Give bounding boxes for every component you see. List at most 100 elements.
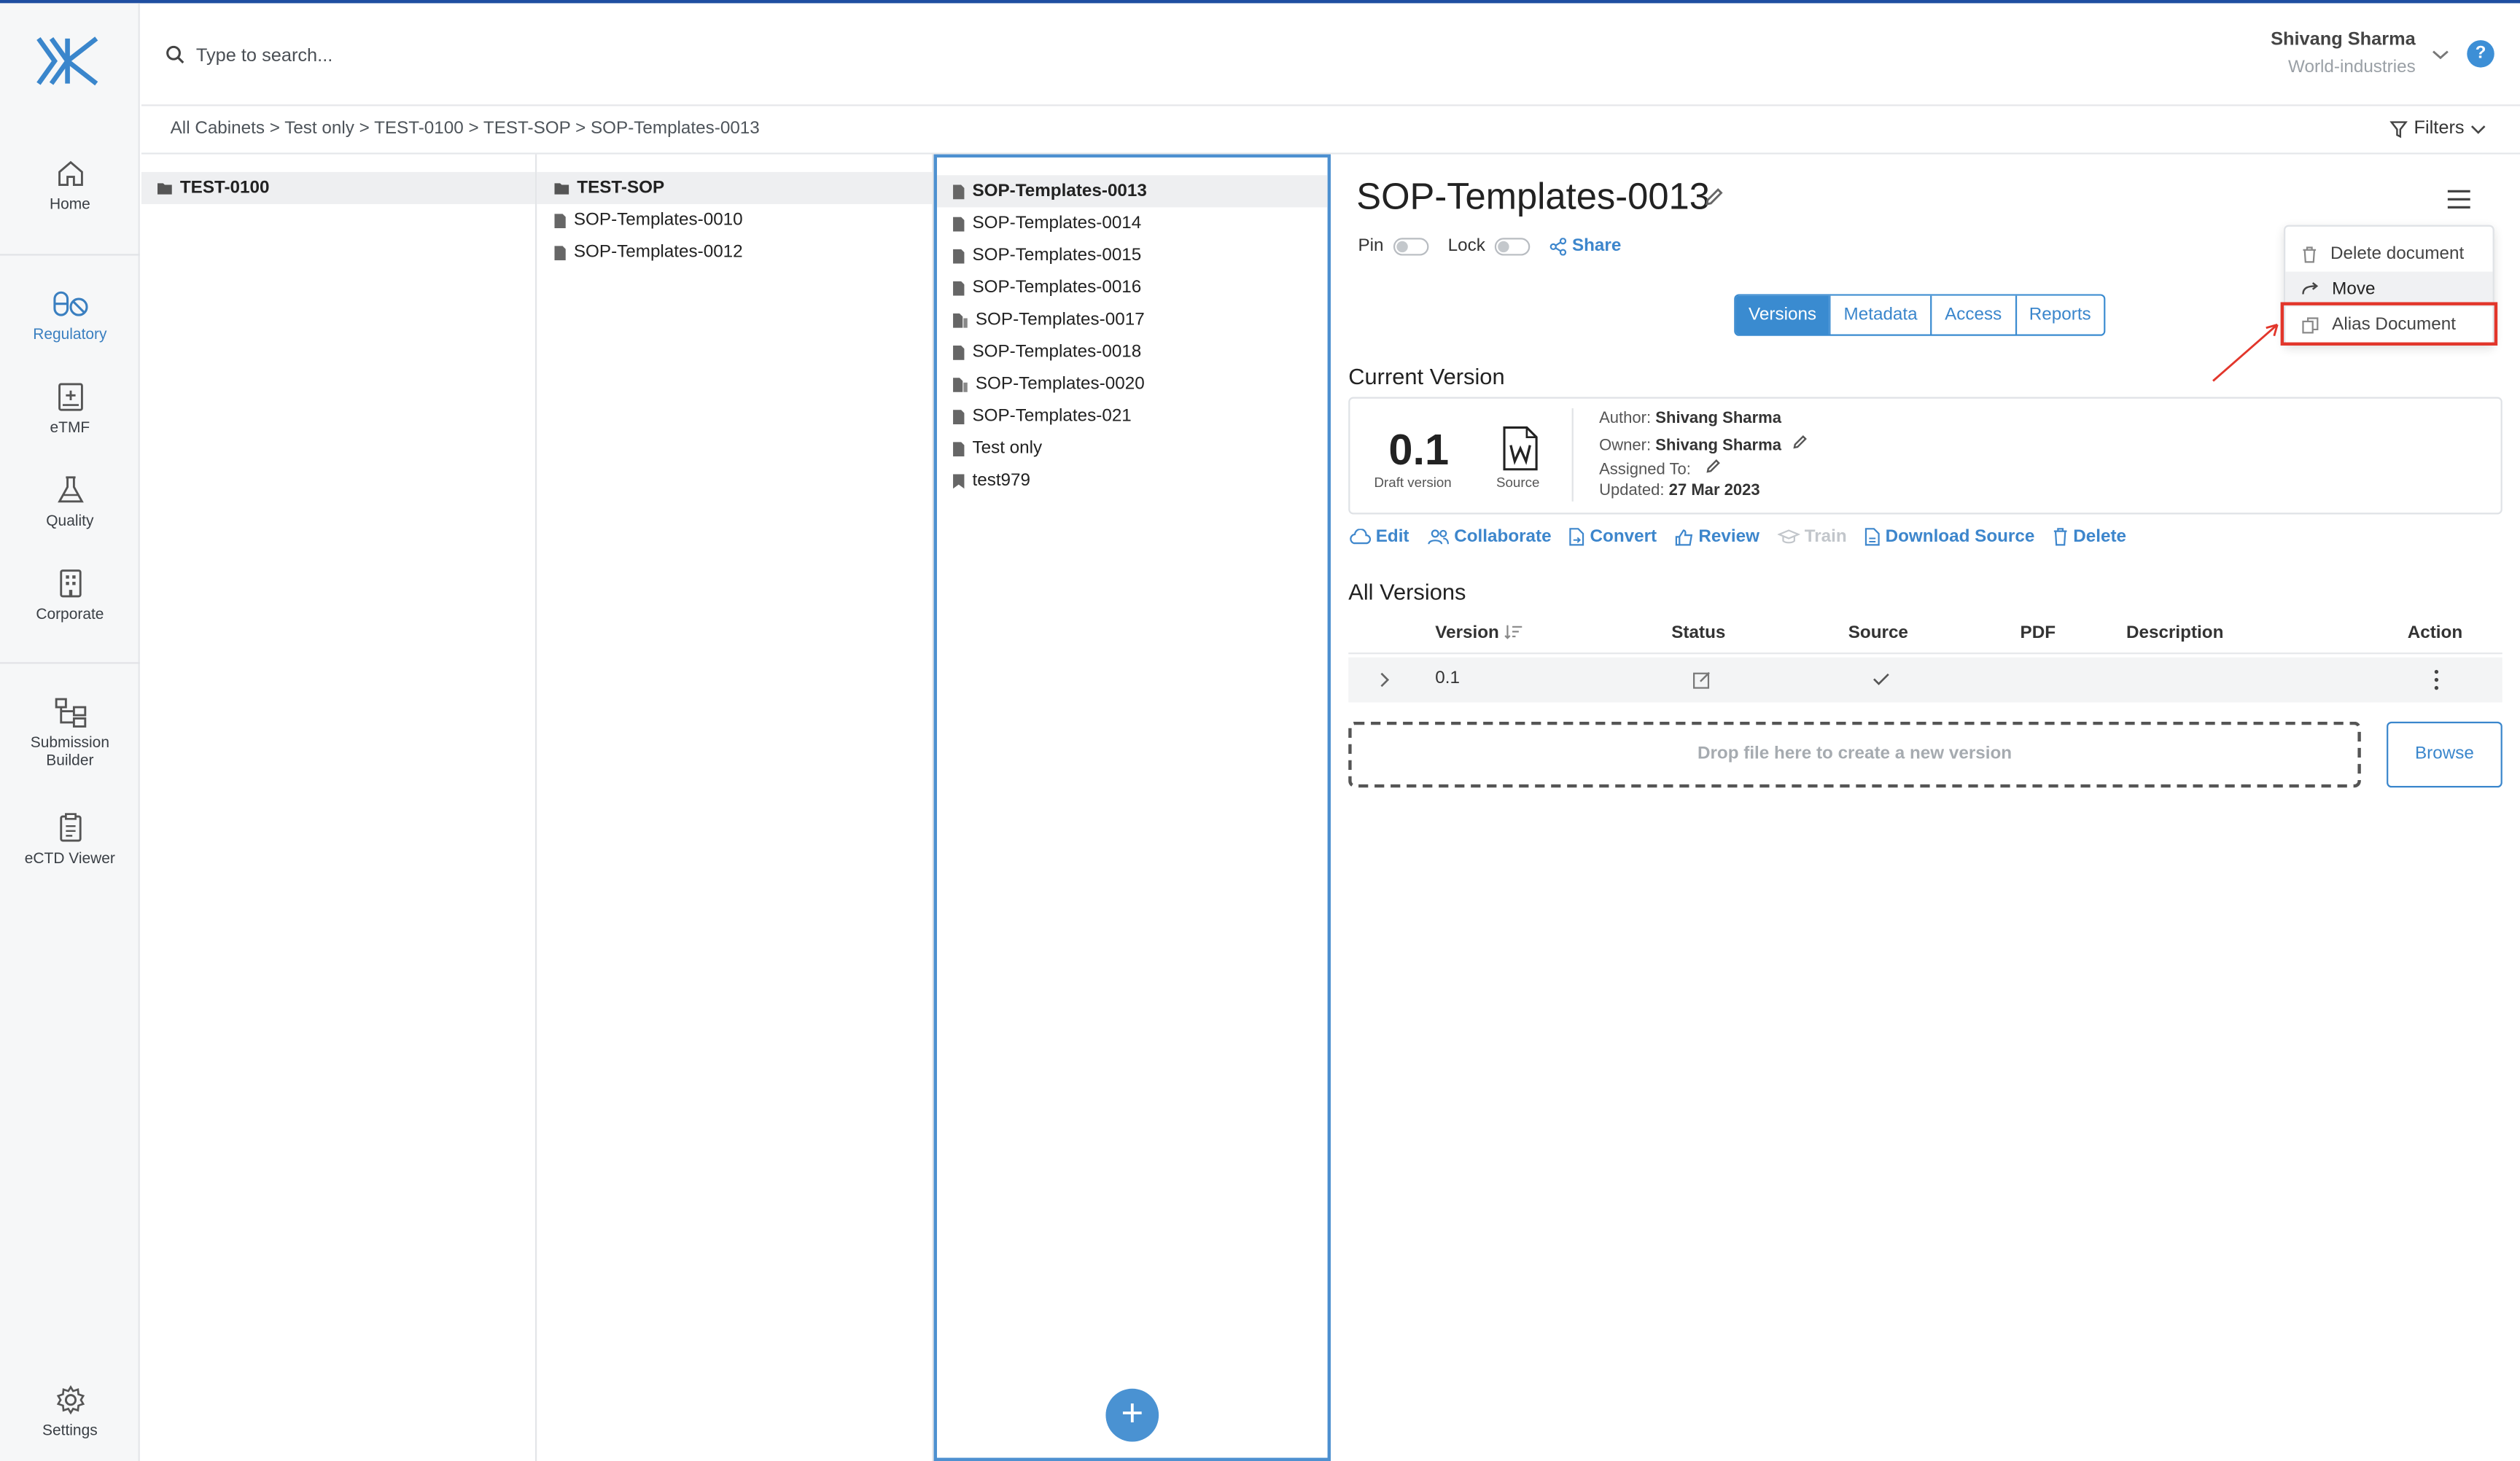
convert-file-icon [1569, 528, 1584, 546]
sidebar-item-quality[interactable]: Quality [0, 474, 140, 531]
owner-value: Shivang Sharma [1655, 437, 1781, 455]
list-item[interactable]: SOP-Templates-0012 [537, 236, 932, 268]
collaborate-label: Collaborate [1454, 527, 1552, 547]
column-header-version[interactable]: Version [1435, 612, 1523, 654]
train-button[interactable]: Train [1777, 527, 1847, 547]
author-line: Author: Shivang Sharma [1599, 410, 1781, 427]
bookmark-icon [953, 473, 965, 488]
breadcrumb[interactable]: All Cabinets > Test only > TEST-0100 > T… [171, 119, 760, 138]
folder-icon [554, 183, 569, 195]
add-button[interactable]: + [1105, 1388, 1159, 1442]
sidebar-item-label: eTMF [50, 419, 90, 437]
list-item-label: SOP-Templates-021 [972, 406, 1132, 426]
chevron-right-icon[interactable] [1379, 672, 1390, 688]
document-icon [953, 344, 965, 359]
thumbs-up-icon [1675, 529, 1692, 545]
list-item[interactable]: SOP-Templates-0020 [937, 368, 1328, 400]
document-title: SOP-Templates-0013 [1356, 175, 1710, 217]
list-item[interactable]: test979 [937, 464, 1328, 496]
document-icon [953, 184, 965, 199]
list-item[interactable]: Test only [937, 432, 1328, 464]
sidebar-item-etmf[interactable]: eTMF [0, 381, 140, 437]
list-item[interactable]: SOP-Templates-0014 [937, 207, 1328, 239]
browse-button[interactable]: Browse [2387, 721, 2502, 788]
word-document-icon[interactable] [1501, 426, 1540, 471]
document-icon [554, 213, 566, 227]
document-icon [953, 280, 965, 295]
sidebar-item-label: Corporate [36, 606, 104, 624]
list-item[interactable]: SOP-Templates-0016 [937, 272, 1328, 304]
table-row[interactable]: 0.1 [1348, 657, 2502, 703]
more-vertical-icon[interactable] [2433, 669, 2440, 691]
sidebar-item-regulatory[interactable]: Regulatory [0, 288, 140, 344]
chevron-down-icon[interactable] [2432, 48, 2449, 61]
clipboard-icon [59, 813, 81, 842]
checkmark-icon [1873, 673, 1889, 685]
file-icon [1865, 528, 1880, 546]
medical-book-icon [58, 383, 82, 411]
sidebar-item-label: Submission [30, 734, 109, 752]
list-item[interactable]: SOP-Templates-0017 [937, 304, 1328, 336]
column-header-description: Description [2126, 623, 2224, 643]
delete-button[interactable]: Delete [2053, 527, 2126, 547]
document-icon [953, 441, 965, 456]
pin-toggle[interactable] [1393, 237, 1429, 255]
list-item[interactable]: SOP-Templates-0015 [937, 239, 1328, 271]
column-header-status: Status [1671, 623, 1726, 643]
lock-toggle[interactable] [1495, 237, 1531, 255]
users-icon [1427, 529, 1449, 545]
annotation-arrow [2212, 323, 2279, 382]
pencil-icon[interactable] [1705, 458, 1721, 474]
list-item[interactable]: SOP-Templates-0018 [937, 336, 1328, 368]
list-item[interactable]: SOP-Templates-0013 [936, 175, 1328, 208]
gear-icon [55, 1384, 85, 1415]
list-item[interactable]: TEST-0100 [141, 171, 535, 204]
file-dropzone[interactable]: Drop file here to create a new version [1348, 721, 2361, 788]
document-icon [554, 245, 566, 260]
menu-item-delete-document[interactable]: Delete document [2285, 236, 2492, 272]
sidebar-item-ectd-viewer[interactable]: eCTD Viewer [0, 811, 140, 868]
list-item-label: SOP-Templates-0020 [975, 374, 1145, 394]
author-label: Author: [1599, 410, 1652, 428]
tab-versions[interactable]: Versions [1735, 295, 1829, 335]
sidebar-item-settings[interactable]: Settings [0, 1384, 140, 1440]
filters-button[interactable]: Filters [2389, 119, 2486, 139]
list-item-label: SOP-Templates-0010 [573, 210, 743, 230]
sidebar-item-home[interactable]: Home [0, 157, 140, 214]
tab-reports[interactable]: Reports [2014, 295, 2104, 335]
app-logo[interactable] [32, 32, 109, 90]
sidebar-item-label: Quality [46, 513, 94, 531]
edit-button[interactable]: Edit [1348, 527, 1409, 547]
versions-table-header: Version Status Source PDF Description Ac… [1348, 612, 2502, 655]
column-header-label: Version [1435, 623, 1499, 643]
tab-access[interactable]: Access [1930, 295, 2015, 335]
version-number: 0.1 [1388, 426, 1450, 475]
share-label: Share [1571, 236, 1622, 256]
pencil-icon[interactable] [1792, 434, 1808, 450]
list-item[interactable]: SOP-Templates-0010 [537, 204, 932, 236]
edit-label: Edit [1375, 527, 1409, 547]
collaborate-button[interactable]: Collaborate [1427, 527, 1552, 547]
sidebar-divider [0, 254, 140, 256]
help-button[interactable]: ? [2467, 40, 2494, 68]
share-button[interactable]: Share [1549, 236, 1622, 256]
current-version-title: Current Version [1348, 363, 1505, 389]
review-button[interactable]: Review [1674, 527, 1759, 547]
list-item[interactable]: TEST-SOP [537, 171, 933, 204]
search-input[interactable] [195, 42, 839, 71]
menu-icon[interactable] [2446, 188, 2472, 211]
sidebar-item-corporate[interactable]: Corporate [0, 567, 140, 623]
list-item-label: TEST-0100 [179, 178, 270, 198]
sidebar-item-submission-builder[interactable]: Submission Builder [0, 696, 140, 770]
tab-metadata[interactable]: Metadata [1829, 295, 1931, 335]
user-name[interactable]: Shivang Sharma [2218, 31, 2416, 50]
convert-button[interactable]: Convert [1569, 527, 1657, 547]
download-source-button[interactable]: Download Source [1864, 527, 2034, 547]
document-icon [953, 216, 965, 231]
list-item[interactable]: SOP-Templates-021 [937, 400, 1328, 432]
pencil-icon[interactable] [1703, 187, 1724, 208]
source-label: Source [1496, 474, 1540, 491]
version-actions: Edit Collaborate Convert Review Train Do… [1348, 527, 2126, 547]
browser-column-3: SOP-Templates-0013 SOP-Templates-0014 SO… [933, 154, 1331, 1461]
home-icon [58, 160, 82, 186]
